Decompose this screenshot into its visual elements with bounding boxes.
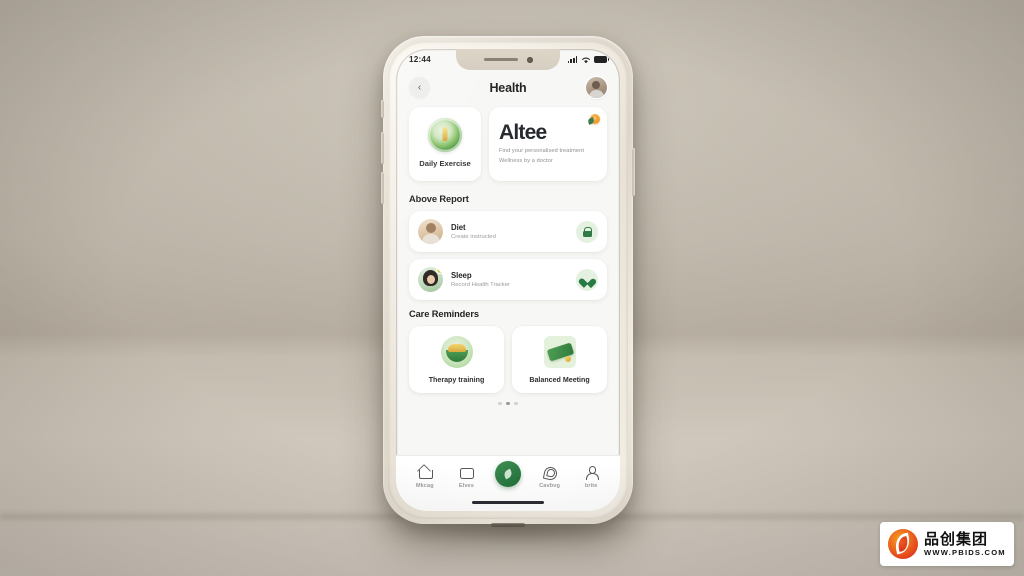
daily-exercise-label: Daily Exercise bbox=[419, 159, 471, 168]
table-row[interactable]: Diet Create instructed bbox=[409, 211, 607, 252]
phone-device: 12:44 ‹ Health Daily Exercise › Altee Fi… bbox=[381, 36, 635, 527]
tab-label: Elves bbox=[458, 482, 474, 489]
reminder-card-therapy[interactable]: Therapy training bbox=[409, 326, 504, 393]
pagination-dot-active[interactable] bbox=[505, 402, 511, 406]
reminder-card-label: Therapy training bbox=[428, 376, 485, 384]
profile-avatar[interactable] bbox=[585, 77, 607, 98]
status-badge bbox=[436, 267, 443, 274]
watermark: 品创集团 WWW.PBIDS.COM bbox=[880, 522, 1014, 566]
back-button[interactable]: ‹ bbox=[409, 77, 430, 98]
tab-add-action[interactable] bbox=[491, 461, 525, 487]
tab-profile[interactable]: brite bbox=[574, 465, 608, 489]
tab-discover[interactable]: Cavbvg bbox=[533, 465, 567, 489]
daily-exercise-card[interactable]: Daily Exercise bbox=[409, 107, 481, 181]
reminder-card-meeting[interactable]: Balanced Meeting bbox=[512, 326, 607, 393]
home-icon bbox=[418, 465, 433, 479]
avatar bbox=[418, 267, 443, 292]
reminder-cards-row: Therapy training Balanced Meeting bbox=[409, 326, 607, 393]
tab-records[interactable]: Elves bbox=[449, 465, 483, 489]
leaf-fab-icon[interactable] bbox=[494, 461, 521, 487]
watermark-text: 品创集团 WWW.PBIDS.COM bbox=[924, 532, 1006, 557]
tab-label: Cavbvg bbox=[539, 482, 560, 489]
section-title-above-report: Above Report bbox=[409, 194, 469, 204]
status-icons bbox=[567, 56, 610, 64]
brand-subtitle-line-1: Find your personalised treatment bbox=[499, 148, 584, 155]
heart-icon[interactable] bbox=[576, 268, 598, 291]
pbids-logo-icon bbox=[888, 529, 918, 559]
pagination-dots[interactable] bbox=[409, 402, 607, 406]
volume-down-button[interactable] bbox=[381, 172, 384, 204]
app-header: ‹ Health bbox=[396, 70, 620, 107]
power-button[interactable] bbox=[632, 148, 635, 196]
status-bar: 12:44 bbox=[396, 49, 620, 70]
bottom-tab-bar: Mkcag Elves Cavbvg brite bbox=[396, 455, 620, 511]
tab-label: brite bbox=[584, 482, 598, 489]
row-subtitle: Record Health Tracker bbox=[451, 282, 510, 289]
charging-port bbox=[491, 523, 525, 527]
status-time: 12:44 bbox=[409, 55, 431, 64]
volume-up-button[interactable] bbox=[381, 132, 384, 164]
ticket-icon bbox=[543, 336, 576, 368]
square-icon bbox=[459, 465, 475, 479]
reminder-card-label: Balanced Meeting bbox=[529, 376, 590, 384]
silent-switch-button[interactable] bbox=[381, 100, 384, 118]
top-cards-row: Daily Exercise › Altee Find your persona… bbox=[409, 107, 607, 181]
activity-ring-icon bbox=[428, 118, 462, 152]
row-title: Diet bbox=[451, 222, 466, 232]
brand-subtitle-line-2: Wellness by a doctor bbox=[499, 157, 553, 164]
row-text: Diet Create instructed bbox=[451, 223, 568, 241]
spiral-icon bbox=[543, 465, 557, 479]
tab-label: Mkcag bbox=[415, 482, 434, 489]
lock-icon[interactable] bbox=[576, 220, 598, 243]
signal-bars-icon bbox=[567, 56, 578, 63]
watermark-url: WWW.PBIDS.COM bbox=[924, 547, 1006, 557]
tab-home[interactable]: Mkcag bbox=[408, 465, 442, 489]
person-icon bbox=[584, 465, 599, 480]
watermark-brand: 品创集团 bbox=[924, 530, 989, 548]
wifi-icon bbox=[581, 57, 590, 63]
row-subtitle: Create instructed bbox=[451, 234, 496, 241]
brand-promo-card[interactable]: › Altee Find your personalised treatment… bbox=[489, 107, 607, 181]
avatar bbox=[418, 219, 443, 244]
brand-name-text: Altee bbox=[499, 121, 547, 145]
brand-name: Altee bbox=[499, 117, 597, 145]
salad-bowl-icon bbox=[440, 336, 473, 368]
pagination-dot[interactable] bbox=[514, 402, 518, 406]
home-indicator[interactable] bbox=[472, 500, 544, 504]
row-title: Sleep bbox=[451, 270, 472, 280]
pagination-dot[interactable] bbox=[498, 402, 502, 406]
section-title-care-reminders: Care Reminders bbox=[409, 309, 479, 319]
table-row[interactable]: Sleep Record Health Tracker bbox=[409, 259, 607, 300]
app-content: Daily Exercise › Altee Find your persona… bbox=[396, 107, 620, 406]
row-text: Sleep Record Health Tracker bbox=[451, 271, 568, 289]
battery-icon bbox=[594, 56, 610, 63]
page-title: Health bbox=[489, 80, 527, 95]
phone-screen: 12:44 ‹ Health Daily Exercise › Altee Fi… bbox=[396, 49, 620, 511]
